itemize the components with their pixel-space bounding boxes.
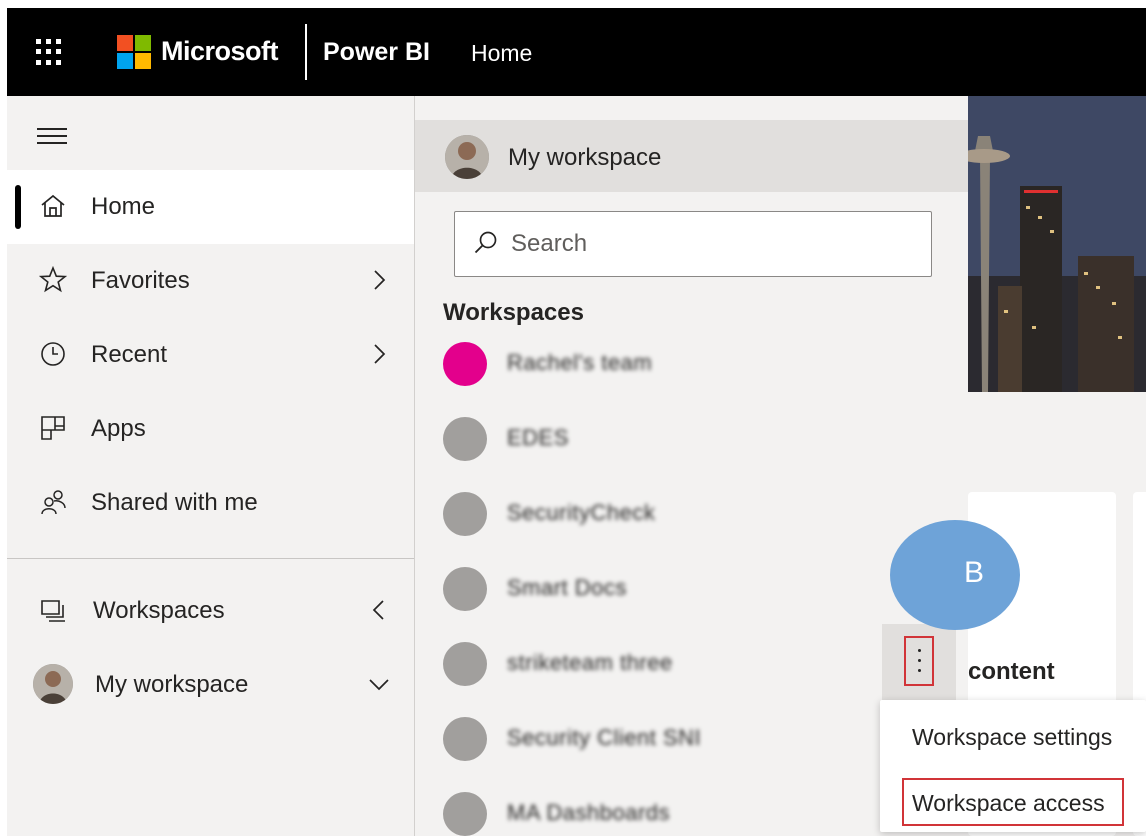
- chevron-left-icon[interactable]: [367, 598, 391, 622]
- home-icon: [41, 194, 65, 217]
- chevron-right-icon[interactable]: [367, 268, 391, 292]
- menu-item-label: Workspace access: [912, 790, 1105, 816]
- workspace-name: Security Client SNI: [507, 725, 702, 750]
- my-workspace-row[interactable]: My workspace: [415, 120, 969, 192]
- search-input[interactable]: [511, 224, 911, 264]
- nav-item-apps[interactable]: Apps: [7, 392, 414, 466]
- workspace-avatar: [443, 792, 487, 836]
- workspace-name: MA Dashboards: [507, 800, 671, 825]
- nav-label: Apps: [91, 415, 146, 442]
- avatar: [33, 664, 73, 704]
- nav-item-shared[interactable]: Shared with me: [7, 466, 414, 540]
- hamburger-menu-icon[interactable]: [37, 128, 67, 144]
- nav-label: My workspace: [95, 671, 249, 698]
- workspace-item[interactable]: SecurityCheck: [415, 476, 969, 548]
- more-dot: [918, 649, 921, 652]
- more-dot: [918, 669, 921, 672]
- active-indicator: [15, 185, 21, 229]
- workspace-item[interactable]: EDES: [415, 401, 969, 473]
- nav-label: Shared with me: [91, 489, 258, 516]
- workspace-avatar: [443, 567, 487, 611]
- workspace-avatar: [443, 717, 487, 761]
- chevron-right-icon[interactable]: [367, 342, 391, 366]
- workspace-item[interactable]: Rachel's team: [415, 326, 969, 398]
- left-nav: Home Favorites Recent Apps Shared with m…: [7, 96, 414, 836]
- workspace-avatar: [443, 492, 487, 536]
- breadcrumb: Home: [471, 40, 533, 66]
- top-bar: Microsoft Power BI Home: [7, 8, 1146, 96]
- shared-icon: [41, 490, 66, 515]
- card-avatar: [890, 520, 1020, 630]
- card-avatar-letter: B: [964, 556, 985, 589]
- workspace-avatar: [443, 342, 487, 386]
- menu-item-label: Workspace settings: [912, 724, 1113, 750]
- apps-icon: [41, 416, 65, 440]
- my-workspace-label: My workspace: [508, 144, 662, 171]
- menu-item-workspace-access[interactable]: Workspace access: [880, 770, 1146, 826]
- hero-image: [968, 96, 1146, 392]
- microsoft-logo-icon: [117, 35, 151, 69]
- avatar: [445, 135, 489, 179]
- nav-label: Workspaces: [93, 597, 225, 624]
- workspace-name: Smart Docs: [507, 575, 627, 600]
- nav-item-recent[interactable]: Recent: [7, 318, 414, 392]
- nav-item-favorites[interactable]: Favorites: [7, 244, 414, 318]
- context-menu: Workspace settings Workspace access: [880, 700, 1146, 832]
- workspaces-icon: [41, 600, 65, 622]
- star-icon: [39, 266, 67, 293]
- nav-label: Home: [91, 193, 156, 220]
- nav-label: Recent: [91, 341, 168, 368]
- workspace-name: striketeam three: [507, 650, 673, 675]
- more-dot: [918, 659, 921, 662]
- nav-item-my-workspace[interactable]: My workspace: [7, 648, 414, 722]
- search-icon: [474, 231, 497, 254]
- nav-item-home[interactable]: Home: [7, 170, 414, 244]
- workspace-avatar: [443, 642, 487, 686]
- workspace-avatar: [443, 417, 487, 461]
- topbar-divider: [305, 24, 307, 80]
- workspace-name: Rachel's team: [507, 350, 653, 375]
- app-name[interactable]: Power BI: [323, 38, 430, 67]
- brand-name: Microsoft: [161, 36, 279, 66]
- workspace-item[interactable]: Smart Docs: [415, 551, 969, 623]
- menu-item-workspace-settings[interactable]: Workspace settings: [880, 704, 1146, 760]
- app-launcher-icon[interactable]: [33, 36, 65, 68]
- more-options-button[interactable]: [882, 624, 956, 704]
- chevron-down-icon[interactable]: [367, 672, 391, 696]
- nav-label: Favorites: [91, 267, 190, 294]
- clock-icon: [41, 342, 65, 366]
- workspaces-heading: Workspaces: [443, 299, 584, 326]
- nav-item-workspaces[interactable]: Workspaces: [7, 574, 414, 648]
- workspace-name: EDES: [507, 425, 569, 450]
- workspace-name: SecurityCheck: [507, 500, 656, 525]
- card-title: content: [968, 658, 1055, 685]
- search-box[interactable]: [454, 211, 932, 277]
- nav-divider: [7, 558, 414, 559]
